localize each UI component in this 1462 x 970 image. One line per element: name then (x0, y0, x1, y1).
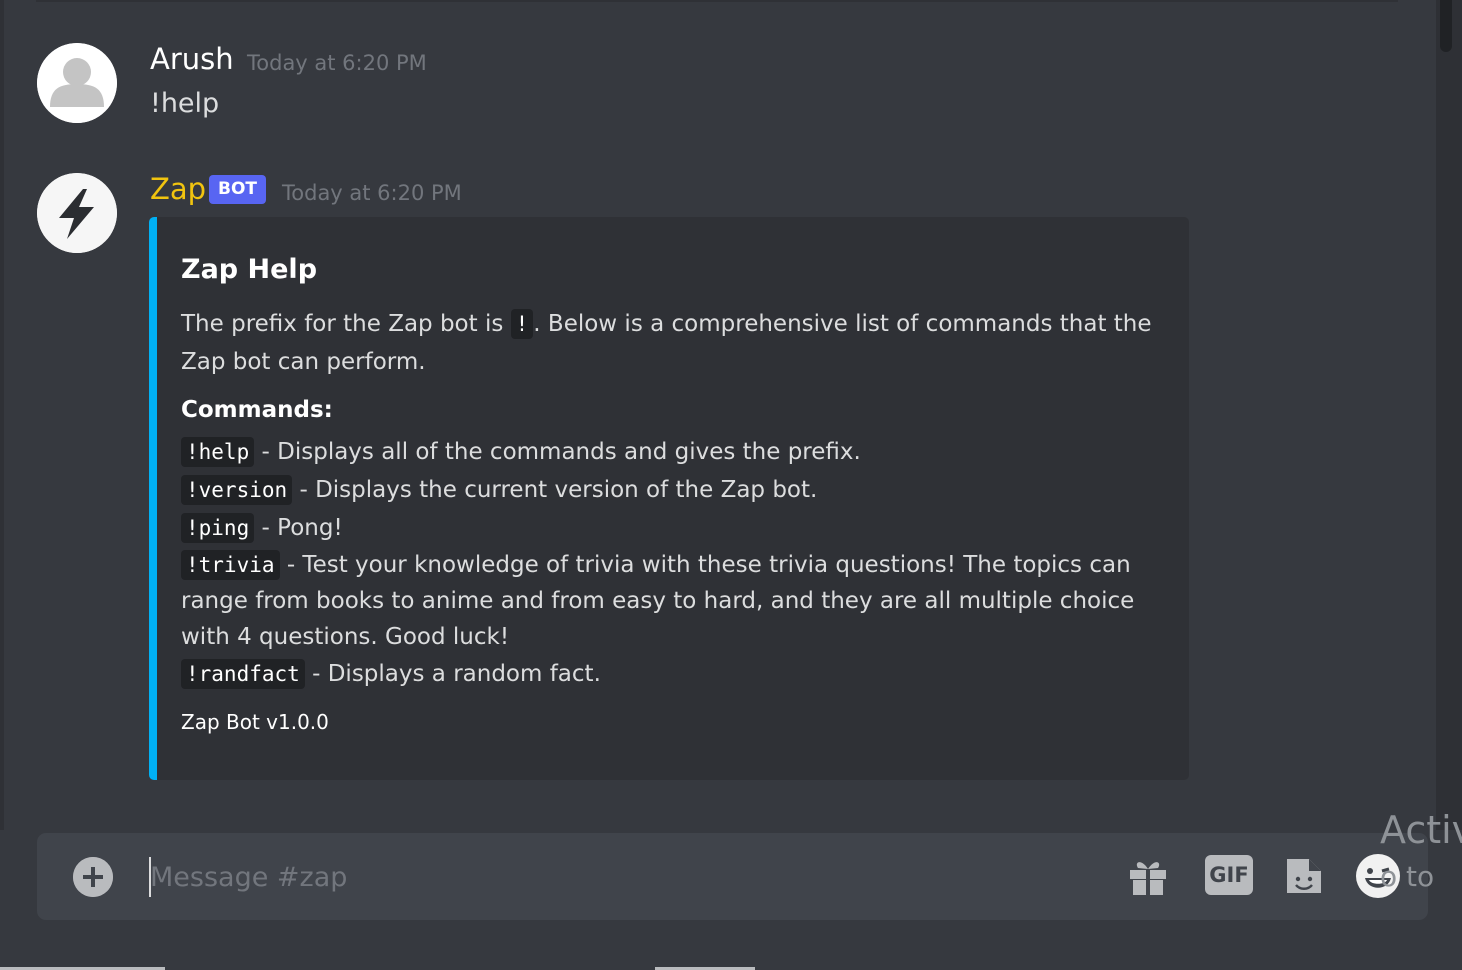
command-item: !ping - Pong! (181, 509, 1171, 547)
gif-button[interactable]: GIF (1205, 855, 1253, 895)
message-timestamp: Today at 6:20 PM (247, 51, 427, 75)
activation-watermark-line2: o to (1380, 860, 1435, 893)
command-code: !version (181, 475, 293, 505)
add-circle-icon (73, 857, 113, 897)
gif-icon: GIF (1209, 863, 1249, 887)
gift-button[interactable] (1127, 855, 1169, 897)
command-code: !trivia (181, 550, 280, 580)
command-code: !ping (181, 513, 255, 543)
user-avatar[interactable] (37, 43, 117, 123)
help-embed: Zap Help The prefix for the Zap bot is !… (149, 217, 1189, 780)
message-input[interactable] (150, 851, 1090, 903)
message-content: !help (150, 88, 220, 119)
scrollbar-thumb[interactable] (1440, 0, 1452, 52)
embed-description: The prefix for the Zap bot is !. Below i… (181, 309, 1152, 375)
default-user-icon (37, 43, 117, 123)
top-divider (36, 0, 1398, 2)
sticker-icon (1287, 859, 1321, 893)
lightning-bolt-icon (37, 173, 117, 253)
scrollbar-track[interactable] (1436, 0, 1462, 830)
sticker-button[interactable] (1283, 855, 1325, 897)
prefix-code: ! (510, 309, 534, 339)
command-item: !version - Displays the current version … (181, 471, 1171, 509)
command-item: !help - Displays all of the commands and… (181, 433, 1171, 471)
activation-watermark-line1: Activ (1380, 808, 1462, 852)
commands-heading: Commands: (181, 397, 333, 423)
embed-title: Zap Help (181, 254, 318, 285)
left-edge (0, 0, 4, 830)
message-composer: GIF (37, 833, 1428, 920)
embed-accent-bar (149, 217, 157, 780)
command-item: !trivia - Test your knowledge of trivia … (181, 550, 1135, 650)
command-code: !help (181, 437, 255, 467)
bot-author-name[interactable]: Zap (150, 172, 206, 206)
embed-footer: Zap Bot v1.0.0 (181, 710, 329, 734)
command-code: !randfact (181, 659, 305, 689)
message-timestamp: Today at 6:20 PM (282, 181, 462, 205)
gift-icon (1130, 862, 1166, 895)
command-item: !randfact - Displays a random fact. (181, 655, 1171, 693)
add-attachment-button[interactable] (73, 857, 113, 897)
bot-avatar[interactable] (37, 173, 117, 253)
bot-tag-badge: BOT (209, 175, 267, 204)
author-name[interactable]: Arush (150, 42, 234, 76)
